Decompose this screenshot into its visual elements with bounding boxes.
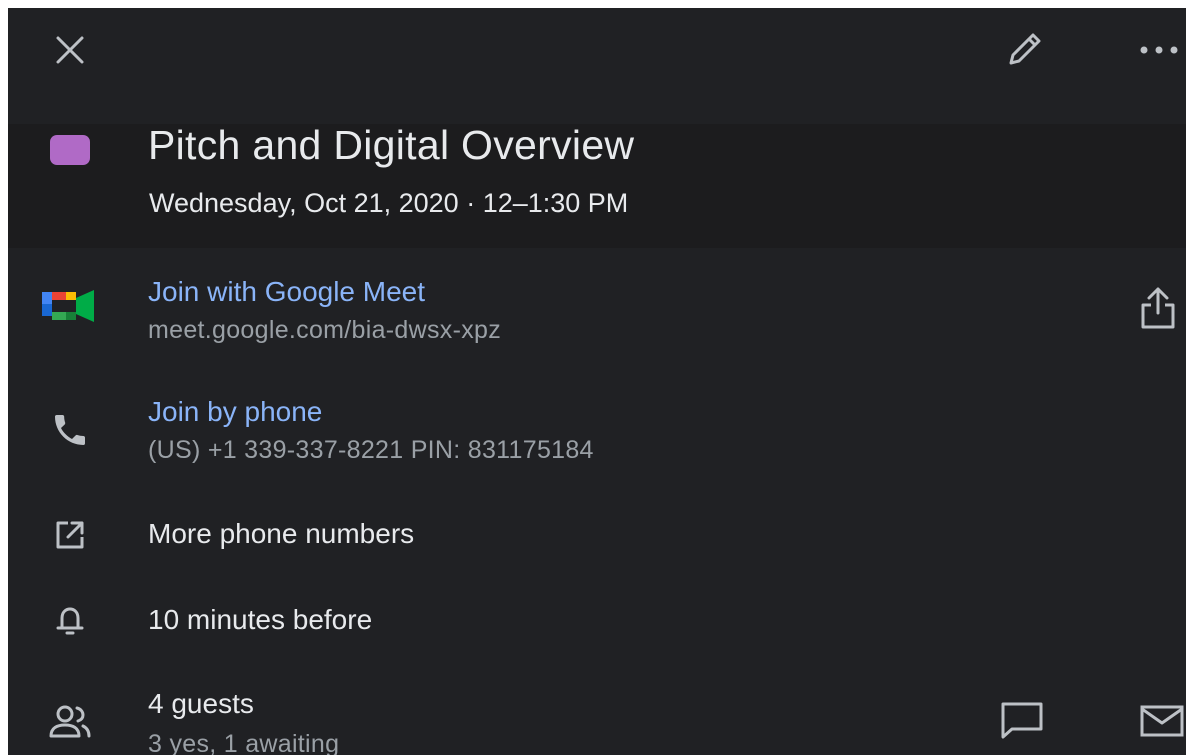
join-by-phone-link[interactable]: Join by phone bbox=[148, 396, 322, 428]
phone-icon bbox=[46, 406, 94, 454]
mail-icon bbox=[1140, 705, 1184, 737]
guests-count[interactable]: 4 guests bbox=[148, 688, 254, 720]
external-link-icon bbox=[46, 511, 94, 559]
bell-icon bbox=[46, 596, 94, 644]
close-icon bbox=[56, 36, 84, 64]
edit-button[interactable] bbox=[998, 24, 1050, 76]
chat-guests-button[interactable] bbox=[994, 696, 1050, 744]
more-phone-numbers-link[interactable]: More phone numbers bbox=[148, 518, 414, 550]
join-meet-link[interactable]: Join with Google Meet bbox=[148, 276, 425, 308]
people-icon bbox=[44, 698, 96, 746]
share-icon bbox=[1141, 287, 1175, 329]
event-details-screen: Pitch and Digital Overview Wednesday, Oc… bbox=[8, 8, 1186, 755]
more-horizontal-icon bbox=[1140, 46, 1178, 54]
meet-url[interactable]: meet.google.com/bia-dwsx-xpz bbox=[148, 316, 501, 345]
event-datetime: Wednesday, Oct 21, 2020 · 12–1:30 PM bbox=[149, 188, 629, 218]
pencil-icon bbox=[1009, 33, 1041, 65]
event-color-swatch bbox=[50, 135, 90, 165]
email-guests-button[interactable] bbox=[1134, 698, 1186, 744]
share-button[interactable] bbox=[1134, 282, 1182, 334]
chat-icon bbox=[1001, 702, 1043, 739]
event-title: Pitch and Digital Overview bbox=[148, 122, 635, 168]
reminder-text[interactable]: 10 minutes before bbox=[148, 604, 372, 636]
close-button[interactable] bbox=[46, 26, 94, 74]
more-options-button[interactable] bbox=[1132, 26, 1186, 74]
phone-details: (US) +1 339-337-8221 PIN: 831175184 bbox=[148, 436, 594, 464]
google-meet-icon bbox=[40, 286, 98, 326]
guests-summary: 3 yes, 1 awaiting bbox=[148, 730, 340, 755]
